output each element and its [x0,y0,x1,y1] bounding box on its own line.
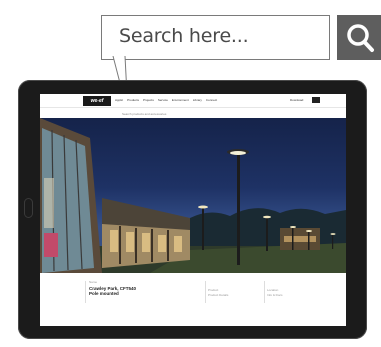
nav-item[interactable]: Applic [115,98,123,102]
search-icon [347,24,374,52]
site-nav-bar: we-ef Applic Products Projects Service E… [40,94,346,108]
location-link[interactable]: Info & Docs [267,293,283,297]
project-title: Crawley Park, CFT540 Pole mounted [89,286,137,296]
product-label: Product [208,288,219,292]
download-icon[interactable] [312,97,320,103]
product-link[interactable]: Product Details [208,293,228,297]
night-scene-illustration [40,118,346,273]
project-info-bar: Name Crawley Park, CFT540 Pole mounted P… [40,273,346,326]
search-button[interactable] [337,15,381,60]
nav-item[interactable]: Library [193,98,202,102]
download-link[interactable]: Download [290,98,303,102]
project-name-label: Name [89,280,98,284]
nav-item[interactable]: Connect [206,98,217,102]
info-divider [264,281,265,303]
nav-item[interactable]: Projects [143,98,154,102]
tablet-home-button[interactable] [24,198,33,218]
tablet-screen: we-ef Applic Products Projects Service E… [40,94,346,326]
site-nav-links: Applic Products Projects Service Environ… [115,98,217,102]
info-divider [205,281,206,303]
search-placeholder: Search here... [119,25,249,47]
info-divider [85,281,86,303]
site-search-field[interactable]: Search products and accessories [122,112,166,116]
nav-item[interactable]: Service [158,98,168,102]
nav-item[interactable]: Environment [172,98,189,102]
project-photo [40,118,346,273]
site-logo[interactable]: we-ef [83,96,111,106]
nav-item[interactable]: Products [127,98,139,102]
tablet-device: we-ef Applic Products Projects Service E… [18,80,367,339]
search-callout[interactable]: Search here... [101,15,330,60]
location-label: Location [267,288,279,292]
